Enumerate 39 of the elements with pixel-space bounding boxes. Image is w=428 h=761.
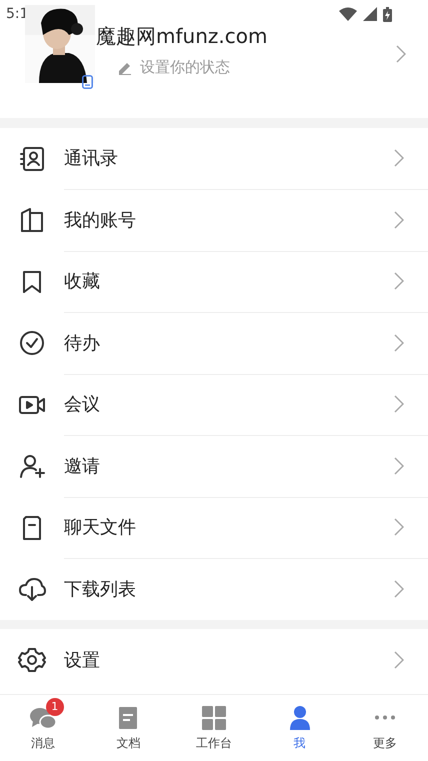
cloud-download-icon <box>18 575 46 604</box>
tab[interactable]: 1 消息 <box>0 695 86 761</box>
tab[interactable]: 文档 <box>86 695 172 761</box>
menu-item[interactable]: 下载列表 <box>0 558 428 620</box>
chevron-right-icon <box>394 395 404 414</box>
menu-item[interactable]: 设置 <box>0 629 428 690</box>
chevron-right-icon <box>394 210 404 229</box>
contact-card-icon <box>18 144 46 173</box>
chevron-right-icon <box>394 334 404 352</box>
phone-icon <box>82 75 93 89</box>
check-circle-icon <box>18 329 46 358</box>
chevron-right-icon <box>394 580 404 598</box>
signal-icon <box>363 7 377 21</box>
battery-icon <box>383 6 392 22</box>
user-name: 魔趣网mfunz.com <box>96 23 268 50</box>
settings-icon <box>18 646 46 674</box>
tab[interactable]: 工作台 <box>171 695 257 761</box>
chevron-right-icon <box>394 518 404 536</box>
more-icon <box>375 715 396 720</box>
menu-item[interactable]: 邀请 <box>0 436 428 497</box>
building-icon <box>18 206 46 234</box>
grid-icon <box>200 704 228 730</box>
tab[interactable]: 更多 <box>342 695 428 761</box>
chevron-right-icon <box>394 650 404 669</box>
chevron-right-icon <box>394 149 404 168</box>
menu-item[interactable]: 我的账号 <box>0 190 428 251</box>
menu-item[interactable]: 聊天文件 <box>0 497 428 558</box>
menu-item[interactable]: 待办 <box>0 312 428 374</box>
chevron-right-icon <box>396 45 406 63</box>
pencil-icon <box>118 60 132 74</box>
chevron-right-icon <box>394 272 404 290</box>
wifi-icon <box>339 7 357 21</box>
menu-item[interactable]: 会议 <box>0 374 428 436</box>
menu-item[interactable]: 收藏 <box>0 251 428 312</box>
chevron-right-icon <box>394 456 404 475</box>
menu-item[interactable]: 通讯录 <box>0 128 428 190</box>
add-person-icon <box>18 452 46 480</box>
tab[interactable]: 我 <box>256 695 342 761</box>
unread-badge: 1 <box>46 698 64 716</box>
